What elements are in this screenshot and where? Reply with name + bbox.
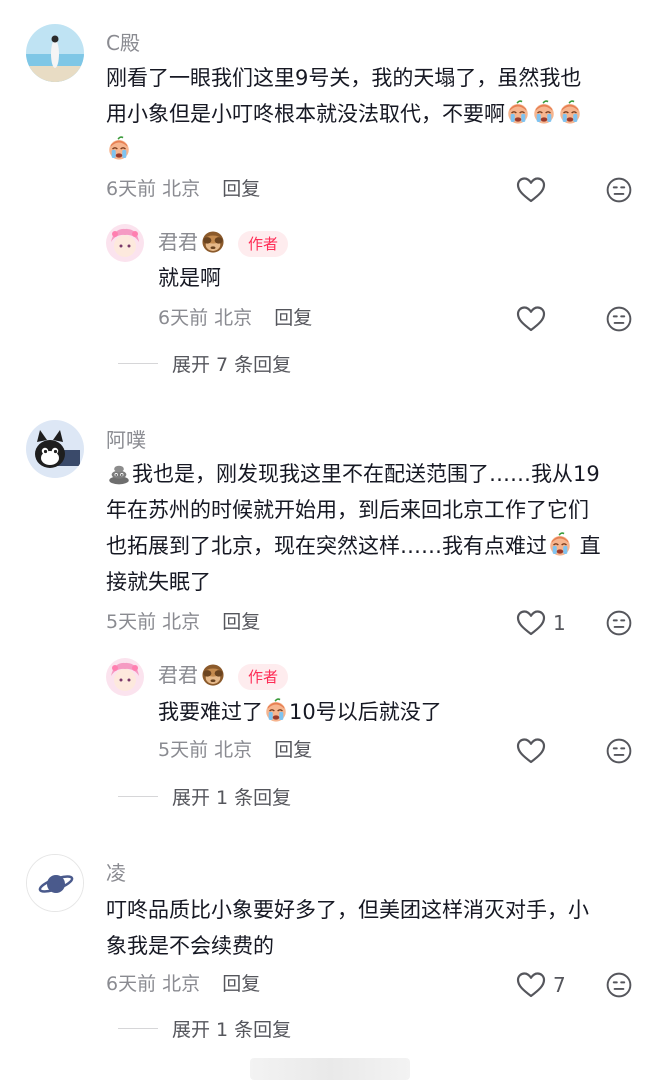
heart-icon bbox=[515, 303, 547, 335]
neutral-face-icon[interactable] bbox=[605, 609, 633, 637]
reply-username-text[interactable]: 君君 bbox=[158, 230, 198, 254]
reply-button[interactable]: 回复 bbox=[274, 739, 312, 761]
comment-location: 北京 bbox=[162, 611, 201, 633]
reply-meta: 5天前 北京 回复 bbox=[158, 738, 312, 762]
avatar[interactable] bbox=[26, 24, 84, 82]
expand-divider bbox=[118, 1028, 158, 1029]
comment-time: 5天前 bbox=[106, 611, 157, 633]
expand-replies-button[interactable]: 展开 1 条回复 bbox=[118, 1015, 291, 1042]
reply-meta: 6天前 北京 回复 bbox=[158, 306, 312, 330]
comment-text-line: 叮咚品质比小象要好多了，但美团这样消灭对手，小 bbox=[106, 898, 589, 922]
reply-button[interactable]: 回复 bbox=[222, 611, 260, 633]
comment-meta: 5天前 北京 回复 bbox=[106, 610, 260, 634]
comment-text-line bbox=[106, 132, 636, 168]
see-no-evil-monkey-icon bbox=[200, 229, 226, 255]
reply-button[interactable]: 回复 bbox=[274, 307, 312, 329]
expand-divider bbox=[118, 796, 158, 797]
author-badge: 作者 bbox=[238, 663, 289, 690]
like-button[interactable] bbox=[515, 735, 547, 767]
neutral-face-icon[interactable] bbox=[605, 305, 633, 333]
author-badge: 作者 bbox=[238, 230, 289, 257]
neutral-face-icon[interactable] bbox=[605, 176, 633, 204]
comment-text-line: 也拓展到了北京，现在突然这样……我有点难过 直 bbox=[106, 532, 601, 558]
neutral-face-icon[interactable] bbox=[605, 737, 633, 765]
comment-time: 6天前 bbox=[106, 178, 157, 200]
like-count: 7 bbox=[553, 973, 566, 997]
reply-text: 我要难过了 10号以后就没了 bbox=[158, 698, 442, 724]
reply-location: 北京 bbox=[214, 739, 253, 761]
heart-icon bbox=[515, 174, 547, 206]
comment-time: 6天前 bbox=[106, 973, 157, 995]
neutral-face-icon[interactable] bbox=[605, 971, 633, 999]
avatar[interactable] bbox=[26, 420, 84, 478]
comment-text-line: 年在苏州的时候就开始用，到后来回北京工作了它们 bbox=[106, 498, 589, 522]
crying-face-emoji-icon bbox=[557, 100, 583, 126]
crying-face-emoji-icon bbox=[263, 698, 289, 724]
comment-location: 北京 bbox=[162, 973, 201, 995]
comment-text-line: 接就失眠了 bbox=[106, 570, 211, 594]
reply-button[interactable]: 回复 bbox=[222, 973, 260, 995]
heart-icon bbox=[515, 735, 547, 767]
comment-text-line: 象我是不会续费的 bbox=[106, 934, 274, 958]
like-button[interactable]: 1 bbox=[515, 607, 566, 639]
reply-button[interactable]: 回复 bbox=[222, 178, 260, 200]
comment-username[interactable]: 凌 bbox=[106, 861, 126, 885]
reply-time: 6天前 bbox=[158, 307, 209, 329]
expand-replies-label: 展开 7 条回复 bbox=[172, 354, 292, 376]
see-no-evil-monkey-icon bbox=[200, 662, 226, 688]
comment-location: 北京 bbox=[162, 178, 201, 200]
comment-text-line: 刚看了一眼我们这里9号关，我的天塌了，虽然我也 bbox=[106, 66, 582, 90]
heart-icon bbox=[515, 969, 547, 1001]
crying-face-emoji-icon bbox=[531, 100, 557, 126]
comment-username[interactable]: C殿 bbox=[106, 31, 140, 55]
reply-username: 君君 作者 bbox=[158, 229, 289, 257]
like-count: 1 bbox=[553, 611, 566, 635]
reply-text: 就是啊 bbox=[158, 266, 221, 290]
reply-time: 5天前 bbox=[158, 739, 209, 761]
avatar[interactable] bbox=[26, 854, 84, 912]
reply-location: 北京 bbox=[214, 307, 253, 329]
crying-face-emoji-icon bbox=[106, 136, 132, 162]
like-button[interactable] bbox=[515, 174, 547, 206]
like-button[interactable]: 7 bbox=[515, 969, 566, 1001]
heart-icon bbox=[515, 607, 547, 639]
crying-face-emoji-icon bbox=[505, 100, 531, 126]
reply-username: 君君 作者 bbox=[158, 662, 289, 690]
expand-replies-label: 展开 1 条回复 bbox=[172, 787, 292, 809]
avatar[interactable] bbox=[106, 224, 144, 262]
avatar[interactable] bbox=[106, 658, 144, 696]
comment-text-line: 用小象但是小叮咚根本就没法取代，不要啊 bbox=[106, 96, 636, 132]
expand-replies-button[interactable]: 展开 7 条回复 bbox=[118, 350, 291, 377]
comment-text-line: 我也是，刚发现我这里不在配送范围了……我从19 bbox=[106, 456, 646, 492]
comment-meta: 6天前 北京 回复 bbox=[106, 972, 260, 996]
bottom-overlay bbox=[250, 1058, 410, 1080]
reply-username-text[interactable]: 君君 bbox=[158, 663, 198, 687]
like-button[interactable] bbox=[515, 303, 547, 335]
expand-replies-label: 展开 1 条回复 bbox=[172, 1019, 292, 1041]
poop-emoji-icon bbox=[106, 460, 132, 486]
comment-text: 我也是，刚发现我这里不在配送范围了……我从19 年在苏州的时候就开始用，到后来回… bbox=[106, 456, 646, 600]
comment-username[interactable]: 阿噗 bbox=[106, 428, 146, 452]
comment-text: 刚看了一眼我们这里9号关，我的天塌了，虽然我也 用小象但是小叮咚根本就没法取代，… bbox=[106, 60, 636, 168]
crying-face-emoji-icon bbox=[547, 532, 573, 558]
expand-divider bbox=[118, 363, 158, 364]
expand-replies-button[interactable]: 展开 1 条回复 bbox=[118, 783, 291, 810]
comment-text: 叮咚品质比小象要好多了，但美团这样消灭对手，小 象我是不会续费的 bbox=[106, 892, 646, 964]
comment-meta: 6天前 北京 回复 bbox=[106, 177, 260, 201]
